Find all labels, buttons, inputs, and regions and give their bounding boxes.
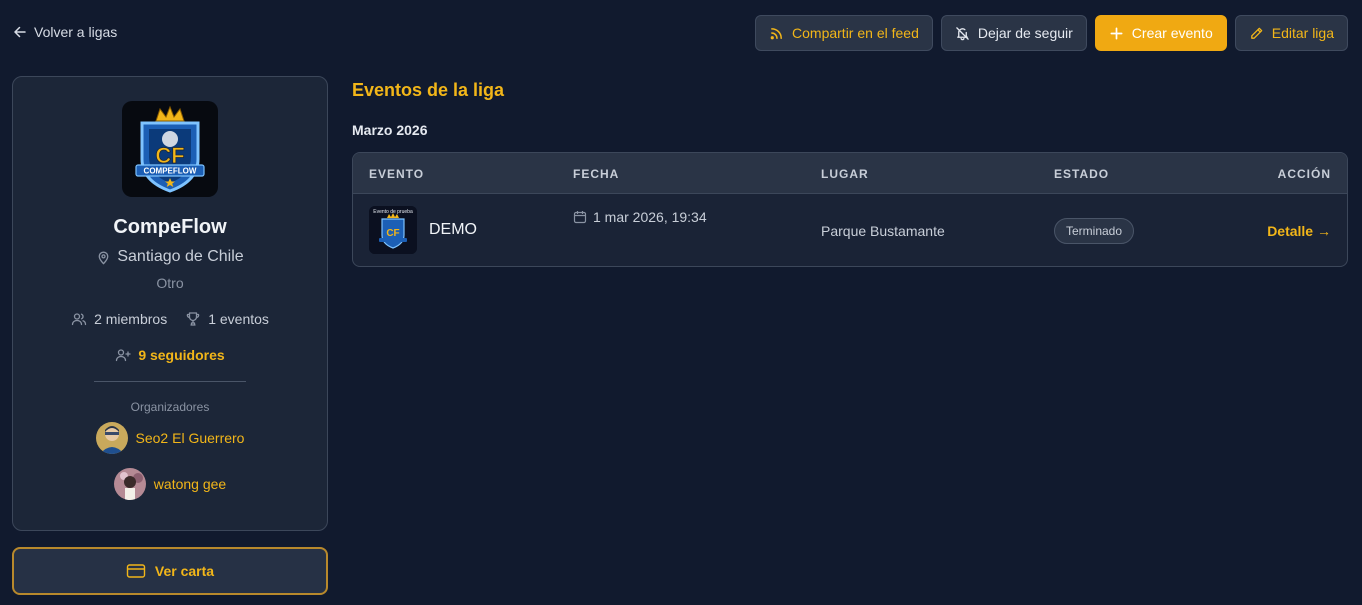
event-cell: Evento de prueba CF DEMO [369, 206, 477, 254]
organizer-avatar-image [113, 468, 146, 500]
status-badge: Terminado [1054, 218, 1135, 244]
create-event-label: Crear evento [1131, 25, 1213, 41]
event-thumbnail: Evento de prueba CF [369, 206, 417, 254]
top-bar: Volver a ligas Compartir en el feed Deja… [0, 0, 1362, 66]
trophy-icon [186, 312, 200, 326]
league-logo-icon: CF COMPEFLOW [135, 105, 205, 193]
create-event-button[interactable]: Crear evento [1094, 15, 1227, 51]
league-info-card: CF COMPEFLOW CompeFlow Santiago de Chile… [12, 76, 328, 531]
avatar [113, 468, 146, 500]
svg-text:CF: CF [155, 143, 184, 168]
event-thumbnail-image: Evento de prueba CF [369, 206, 417, 254]
month-label: Marzo 2026 [352, 122, 428, 138]
column-header-status: ESTADO [1054, 167, 1110, 181]
back-link-label: Volver a ligas [34, 24, 118, 40]
organizer-item[interactable]: Seo2 El Guerrero [13, 422, 327, 454]
table-header: EVENTO FECHA LUGAR ESTADO ACCIÓN [353, 153, 1347, 194]
header-actions: Compartir en el feed Dejar de seguir Cre… [755, 15, 1348, 51]
edit-league-button[interactable]: Editar liga [1234, 15, 1348, 51]
unfollow-label: Dejar de seguir [977, 25, 1073, 41]
events-count: 1 eventos [208, 311, 269, 327]
organizer-avatar-image [95, 422, 128, 454]
arrow-left-icon [14, 26, 26, 38]
league-name: CompeFlow [113, 216, 227, 238]
followers-link[interactable]: 9 seguidores [13, 347, 327, 363]
calendar-icon [573, 211, 587, 224]
map-pin-icon [98, 251, 109, 265]
svg-text:CF: CF [386, 228, 399, 239]
table-row[interactable]: Evento de prueba CF DEMO 1 mar 2026, 19:… [353, 194, 1347, 266]
event-date-label: 1 mar 2026, 19:34 [593, 209, 707, 225]
edit-league-label: Editar liga [1271, 25, 1334, 41]
members-stat: 2 miembros [71, 311, 167, 327]
event-place: Parque Bustamante [821, 223, 945, 239]
pencil-icon [1250, 27, 1263, 39]
user-plus-icon [116, 349, 131, 362]
event-detail-link[interactable]: Detalle → [1267, 223, 1331, 239]
league-logo: CF COMPEFLOW [122, 101, 218, 197]
rss-icon [770, 27, 782, 39]
plus-icon [1110, 27, 1123, 39]
column-header-date: FECHA [573, 167, 620, 181]
followers-count: 9 seguidores [138, 347, 225, 363]
column-header-event: EVENTO [369, 167, 425, 181]
league-location: Santiago de Chile [13, 248, 327, 266]
league-location-label: Santiago de Chile [117, 248, 244, 265]
event-date: 1 mar 2026, 19:34 [573, 209, 707, 225]
events-table: EVENTO FECHA LUGAR ESTADO ACCIÓN Evento … [352, 152, 1348, 267]
view-card-label: Ver carta [154, 563, 215, 579]
avatar [95, 422, 128, 454]
bell-off-icon [956, 26, 969, 40]
card-divider [94, 381, 246, 382]
users-icon [71, 313, 87, 326]
event-name: DEMO [429, 221, 477, 238]
organizer-item[interactable]: watong gee [13, 468, 327, 500]
column-header-place: LUGAR [821, 167, 869, 181]
organizer-name: watong gee [153, 476, 227, 492]
unfollow-button[interactable]: Dejar de seguir [940, 15, 1087, 51]
column-header-action: ACCIÓN [1277, 167, 1331, 181]
league-category: Otro [156, 275, 184, 291]
organizer-name: Seo2 El Guerrero [135, 430, 245, 446]
events-section-title: Eventos de la liga [352, 80, 505, 100]
back-to-leagues-link[interactable]: Volver a ligas [14, 24, 117, 40]
members-count: 2 miembros [94, 311, 168, 327]
events-stat: 1 eventos [185, 311, 269, 327]
organizers-title: Organizadores [130, 400, 210, 414]
svg-text:COMPEFLOW: COMPEFLOW [144, 167, 197, 176]
share-feed-label: Compartir en el feed [792, 25, 919, 41]
league-stats: 2 miembros 1 eventos [13, 311, 327, 327]
credit-card-icon [126, 564, 146, 578]
share-feed-button[interactable]: Compartir en el feed [755, 15, 933, 51]
view-card-button[interactable]: Ver carta [12, 547, 328, 595]
